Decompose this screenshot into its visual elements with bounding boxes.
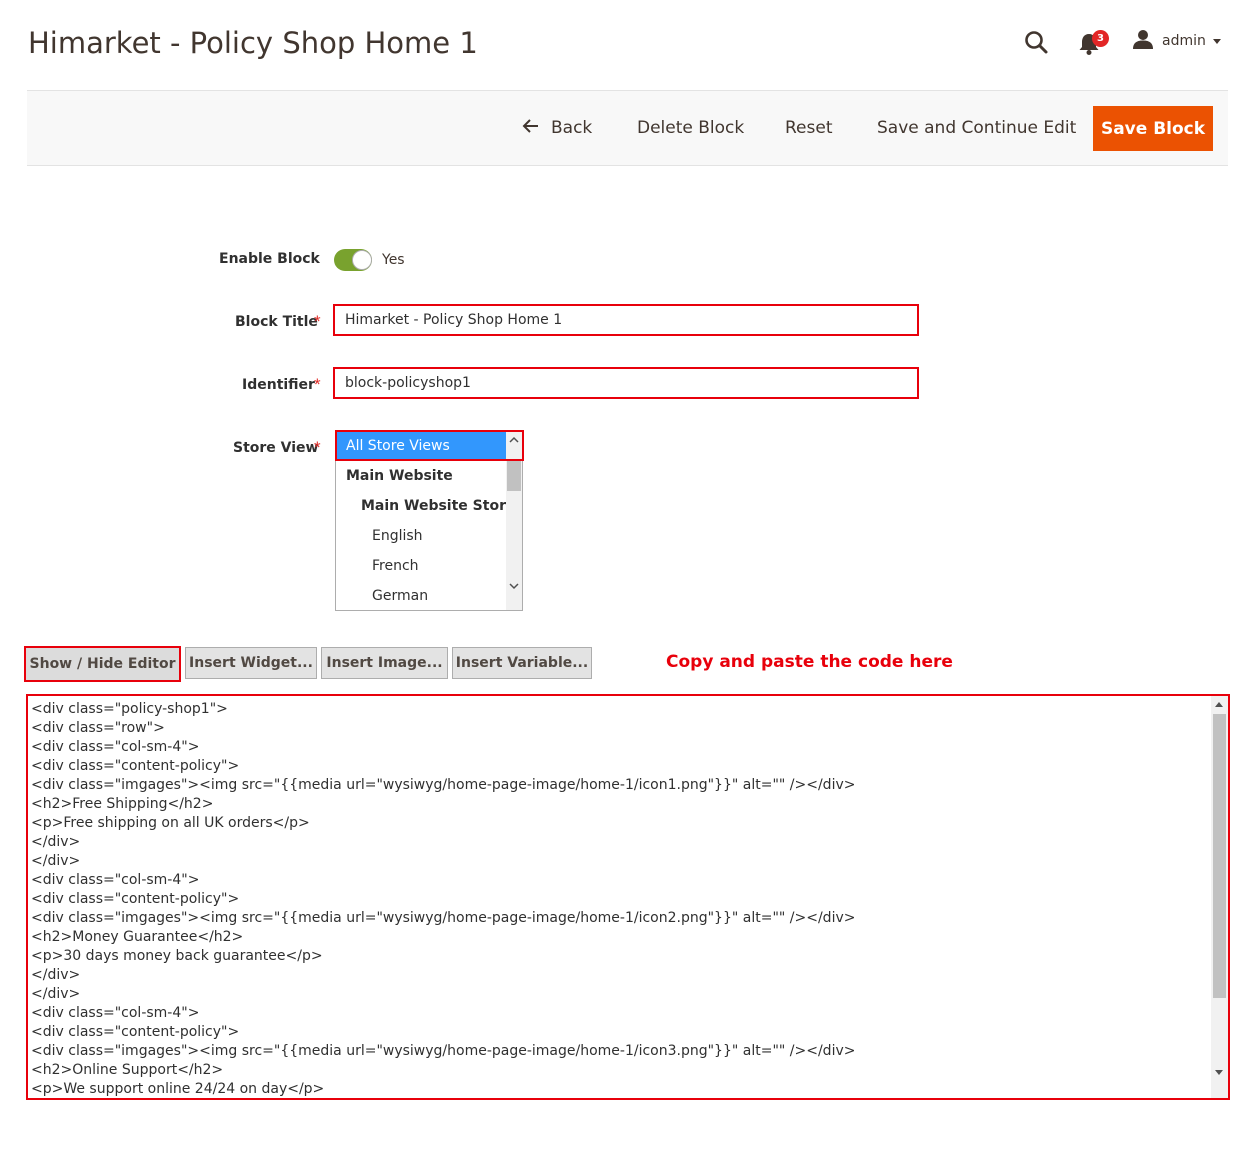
required-asterisk: * [314,375,321,394]
store-option-german[interactable]: German [372,581,428,610]
code-line: <p>Free shipping on all UK orders</p> [31,815,310,831]
chevron-down-icon [1212,38,1221,44]
store-option-all-store-views[interactable]: All Store Views [336,431,506,461]
code-line: <div class="content-policy"> [31,1024,240,1040]
scroll-down-icon[interactable] [1215,1070,1223,1075]
code-line: <div class="imgages"><img src="{{media u… [31,910,856,926]
notification-badge: 3 [1092,30,1109,47]
code-line: <div class="imgages"><img src="{{media u… [31,777,856,793]
insert-variable-button[interactable]: Insert Variable... [452,647,592,679]
code-line: <div class="col-sm-4"> [31,872,200,888]
identifier-label: Identifier [242,377,315,393]
code-line: <h2>Online Support</h2> [31,1062,224,1078]
store-option-french[interactable]: French [372,551,419,581]
back-label: Back [551,118,593,138]
enable-block-label: Enable Block [219,251,320,267]
textarea-scroll-thumb[interactable] [1213,714,1226,998]
store-view-multiselect[interactable]: All Store Views Main Website Main Websit… [335,430,523,611]
back-button[interactable]: Back [522,118,592,138]
store-view-label: Store View [233,440,319,456]
code-line: <div class="content-policy"> [31,891,240,907]
code-line: <h2>Free Shipping</h2> [31,796,214,812]
code-lines: <div class="policy-shop1"> <div class="ro… [31,700,856,1098]
required-asterisk: * [314,312,321,331]
save-block-button[interactable]: Save Block [1093,106,1213,151]
content-textarea[interactable]: <div class="policy-shop1"> <div class="ro… [26,694,1230,1100]
code-line: <div class="imgages"><img src="{{media u… [31,1043,856,1059]
annotation-hint: Copy and paste the code here [666,652,953,672]
code-line: </div> [31,986,81,1002]
code-line: <p>30 days money back guarantee</p> [31,948,323,964]
show-hide-editor-button[interactable]: Show / Hide Editor [24,646,181,682]
required-asterisk: * [314,438,321,457]
block-title-input[interactable] [333,304,919,336]
store-view-scrollbar[interactable] [506,431,522,610]
store-option-main-website[interactable]: Main Website [346,461,453,491]
save-and-continue-button[interactable]: Save and Continue Edit [877,118,1076,138]
search-icon[interactable] [1022,28,1050,56]
page-title: Himarket - Policy Shop Home 1 [28,26,478,60]
code-line: <p>We support online 24/24 on day</p> [31,1081,325,1097]
insert-image-button[interactable]: Insert Image... [321,647,448,679]
arrow-left-icon [522,118,539,138]
block-title-label: Block Title [235,314,318,330]
code-line: </div> [31,853,81,869]
code-line: <div class="row"> [31,720,165,736]
enable-block-value: Yes [382,252,405,268]
code-line: <div class="col-sm-4"> [31,739,200,755]
code-line: </div> [31,834,81,850]
identifier-input[interactable] [333,367,919,399]
code-line: <div class="col-sm-4"> [31,1005,200,1021]
reset-button[interactable]: Reset [785,118,833,138]
code-line: <div class="content-policy"> [31,758,240,774]
user-icon [1132,29,1154,54]
user-menu[interactable]: admin [1132,29,1221,54]
store-view-scroll-thumb[interactable] [507,461,521,491]
delete-block-button[interactable]: Delete Block [637,118,744,138]
scroll-up-icon[interactable] [1215,702,1223,707]
insert-widget-button[interactable]: Insert Widget... [185,647,317,679]
code-line: </div> [31,967,81,983]
store-option-english[interactable]: English [372,521,423,551]
store-option-main-website-store[interactable]: Main Website Store [361,491,515,521]
code-line: <div class="policy-shop1"> [31,701,228,717]
code-line: <h2>Money Guarantee</h2> [31,929,244,945]
toggle-knob [352,250,372,270]
user-name: admin [1162,33,1206,49]
